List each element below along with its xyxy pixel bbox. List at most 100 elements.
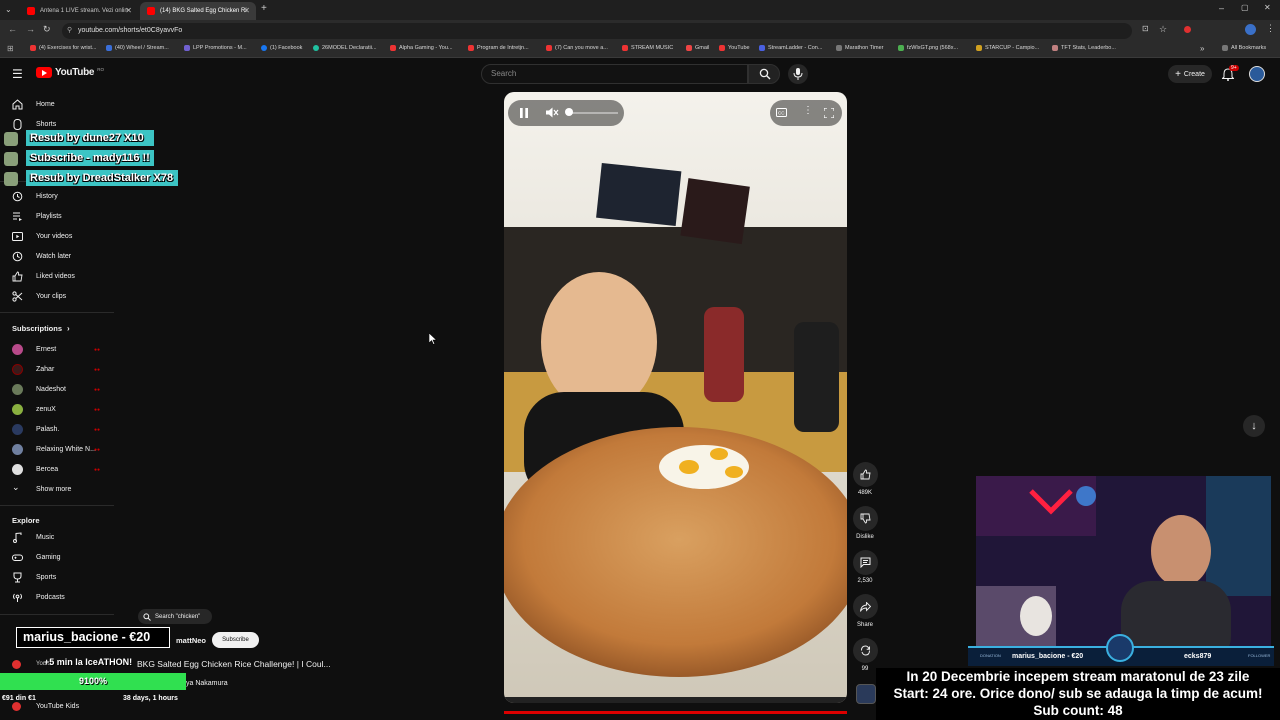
- share-button[interactable]: [853, 594, 878, 619]
- remix-button[interactable]: [853, 638, 878, 663]
- address-bar[interactable]: ⚲ youtube.com/shorts/et0C8yavvFo: [62, 23, 1132, 39]
- bookmark-item[interactable]: STARCUP - Campio...: [976, 45, 1039, 51]
- subscription-bercea[interactable]: Bercea ●●: [0, 459, 110, 479]
- sidebar-item-home[interactable]: Home: [0, 94, 110, 114]
- sidebar-item-sports[interactable]: Sports: [0, 567, 110, 587]
- volume-slider-thumb[interactable]: [565, 108, 573, 116]
- window-close-icon[interactable]: ✕: [1264, 3, 1271, 12]
- show-more-button[interactable]: ⌄ Show more: [0, 479, 110, 499]
- bookmark-item[interactable]: Marathon Timer: [836, 45, 884, 51]
- bookmark-item[interactable]: Program de Intretjn...: [468, 45, 529, 51]
- sidebar-item-watch-later[interactable]: Watch later: [0, 246, 110, 266]
- apps-icon[interactable]: ⊞: [7, 44, 14, 53]
- bookmark-item[interactable]: fzWlxGT.png (568x...: [898, 45, 958, 51]
- subscribe-button[interactable]: Subscribe: [212, 632, 259, 648]
- profile-icon[interactable]: [1245, 24, 1256, 35]
- voice-search-button[interactable]: [788, 64, 808, 84]
- pause-icon[interactable]: [519, 108, 529, 118]
- maximize-icon[interactable]: ▢: [1241, 3, 1249, 12]
- sidebar-divider: [0, 312, 114, 313]
- video-progress-bar[interactable]: [504, 711, 847, 714]
- menu-dots-icon[interactable]: ⋮: [1266, 23, 1275, 34]
- subscription-palash[interactable]: Palash. ●●: [0, 419, 110, 439]
- tab-antena[interactable]: Antena 1 LIVE stream. Vezi onlin ✕: [20, 2, 138, 20]
- bookmark-item[interactable]: LPP Promotions - M...: [184, 45, 247, 51]
- volume-slider[interactable]: [566, 112, 618, 114]
- bookmark-item[interactable]: (4) Exercises for wrist...: [30, 45, 96, 51]
- bookmark-item[interactable]: (1) Facebook: [261, 45, 302, 51]
- account-avatar[interactable]: [1249, 66, 1265, 82]
- bookmark-item[interactable]: STREAM MUSIC: [622, 45, 673, 51]
- bookmark-item[interactable]: YouTube: [719, 45, 750, 51]
- subscription-nadeshot[interactable]: Nadeshot ●●: [0, 379, 110, 399]
- shorts-video-player[interactable]: CC ⋮: [504, 92, 847, 703]
- search-suggestion-chip[interactable]: Search "chicken": [138, 609, 212, 624]
- subscriptions-header[interactable]: Subscriptions ›: [12, 324, 70, 333]
- fullscreen-icon[interactable]: [824, 108, 834, 118]
- short-title[interactable]: BKG Salted Egg Chicken Rice Challenge! |…: [137, 659, 331, 669]
- alert-emote-icon: [4, 172, 18, 186]
- new-tab-icon[interactable]: +: [261, 3, 267, 14]
- search-button[interactable]: [748, 64, 780, 84]
- address-url: youtube.com/shorts/et0C8yavvFo: [78, 27, 183, 34]
- dislike-button[interactable]: [853, 506, 878, 531]
- sidebar-divider: [0, 614, 114, 615]
- create-button[interactable]: + Create: [1168, 65, 1212, 83]
- dislike-label: Dislike: [856, 534, 874, 540]
- bookmark-item[interactable]: (7) Can you move a...: [546, 45, 608, 51]
- sidebar-item-label: Home: [36, 100, 55, 108]
- sidebar-item-youtube-music[interactable]: [12, 660, 21, 669]
- sidebar-item-playlists[interactable]: Playlists: [0, 206, 110, 226]
- notifications-button[interactable]: 9+: [1221, 65, 1239, 82]
- more-options-icon[interactable]: ⋮: [803, 105, 813, 116]
- like-button[interactable]: [853, 462, 878, 487]
- subscription-ernest[interactable]: Ernest ●●: [0, 339, 110, 359]
- forward-icon[interactable]: →: [26, 24, 35, 34]
- bookmark-item[interactable]: 26MODEL Declaratii...: [313, 45, 377, 51]
- close-icon[interactable]: ✕: [243, 6, 250, 15]
- sidebar-item-your-videos[interactable]: Your videos: [0, 226, 110, 246]
- back-icon[interactable]: ←: [8, 24, 17, 34]
- hamburger-menu-icon[interactable]: ☰: [12, 67, 23, 81]
- bookmark-item[interactable]: TFT Stats, Leaderbo...: [1052, 45, 1116, 51]
- audio-source-thumbnail[interactable]: [856, 684, 876, 704]
- bookmark-item[interactable]: StreamLadder - Con...: [759, 45, 822, 51]
- subscription-zenux[interactable]: zenuX ●●: [0, 399, 110, 419]
- bookmark-item[interactable]: (40) Wheel / Stream...: [106, 45, 169, 51]
- record-extension-icon[interactable]: [1184, 26, 1191, 33]
- sidebar-item-history[interactable]: History: [0, 186, 110, 206]
- cam-follower: ecks879: [1184, 653, 1212, 660]
- extensions-icon[interactable]: ⊡: [1142, 24, 1149, 33]
- clips-icon: [12, 291, 23, 302]
- tab-youtube-short[interactable]: (14) BKG Salted Egg Chicken Ri ✕: [140, 2, 256, 20]
- mute-icon[interactable]: [546, 107, 559, 118]
- sidebar-item-podcasts[interactable]: Podcasts: [0, 587, 110, 607]
- comments-button[interactable]: [853, 550, 878, 575]
- minimize-icon[interactable]: –: [1219, 3, 1224, 13]
- bookmark-star-icon[interactable]: ☆: [1159, 24, 1167, 35]
- bookmark-item[interactable]: Alpha Gaming - You...: [390, 45, 453, 51]
- short-credit[interactable]: ya Nakamura: [186, 680, 228, 687]
- youtube-logo[interactable]: YouTube RO: [36, 67, 104, 78]
- sidebar-item-your-clips[interactable]: Your clips: [0, 286, 110, 306]
- more-bookmarks-icon[interactable]: »: [1200, 44, 1204, 53]
- sidebar-item-music[interactable]: Music: [0, 527, 110, 547]
- captions-icon[interactable]: CC: [776, 108, 787, 117]
- reload-icon[interactable]: ↻: [43, 24, 51, 35]
- all-bookmarks-button[interactable]: All Bookmarks: [1222, 45, 1266, 51]
- channel-name: zenuX: [36, 405, 56, 413]
- subscription-zahar[interactable]: Zahar ●●: [0, 359, 110, 379]
- comment-icon: [860, 557, 871, 568]
- cam-avatar: [1106, 634, 1134, 662]
- tab-search-icon[interactable]: ⌄: [5, 5, 12, 14]
- sidebar-item-liked-videos[interactable]: Liked videos: [0, 266, 110, 286]
- bookmark-item[interactable]: Gmail: [686, 45, 709, 51]
- channel-avatar: [12, 404, 23, 415]
- close-icon[interactable]: ✕: [125, 6, 132, 15]
- sidebar-item-gaming[interactable]: Gaming: [0, 547, 110, 567]
- short-channel-name[interactable]: mattNeo: [176, 636, 206, 645]
- site-info-icon[interactable]: ⚲: [67, 23, 72, 39]
- subscription-relaxing-white-noise[interactable]: Relaxing White N... ●●: [0, 439, 110, 459]
- search-input[interactable]: Search: [481, 64, 748, 84]
- next-short-button[interactable]: ↓: [1243, 415, 1265, 437]
